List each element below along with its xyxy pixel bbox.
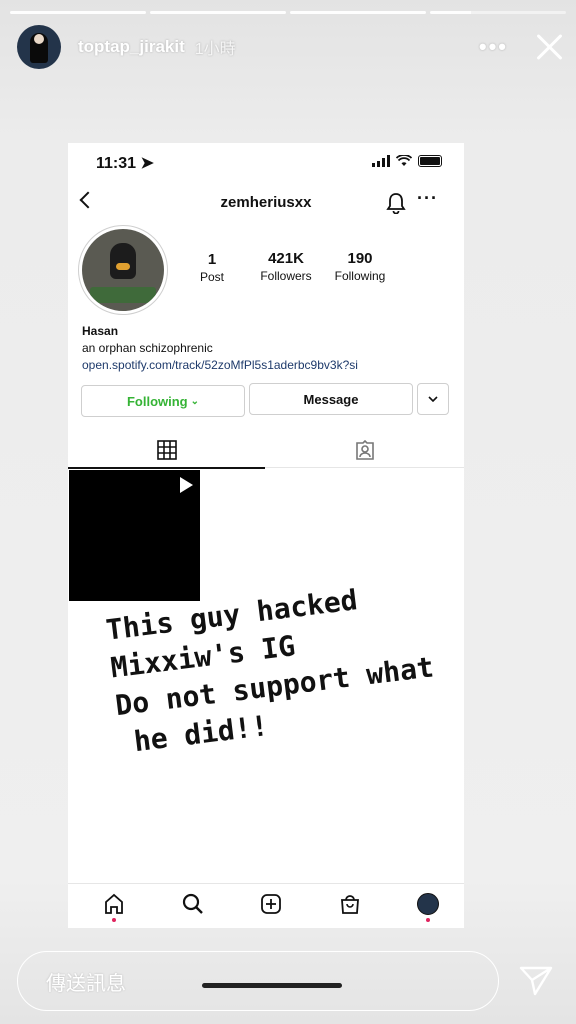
more-options-icon[interactable]: ••• <box>479 34 508 60</box>
story-timestamp: 1小時 <box>194 41 236 58</box>
message-button[interactable]: Message <box>249 383 413 415</box>
profile-actions: Following ⌄ Message <box>81 383 449 417</box>
tab-posts-grid[interactable] <box>68 433 265 469</box>
shop-icon[interactable] <box>338 892 362 916</box>
stat-following[interactable]: 190 Following <box>328 250 392 284</box>
chevron-down-icon <box>428 396 438 402</box>
stat-followers[interactable]: 421K Followers <box>244 250 328 284</box>
search-icon[interactable] <box>181 892 205 916</box>
story-avatar[interactable] <box>17 25 61 69</box>
profile-screenshot: 11:31 ➤ zemheriusxx ··· 1 Post 421K Foll… <box>68 143 464 928</box>
home-indicator <box>202 983 342 988</box>
bottom-navigation <box>68 883 464 928</box>
stat-posts[interactable]: 1 Post <box>180 251 244 284</box>
bio-description: an orphan schizophrenic <box>82 341 213 355</box>
wifi-icon <box>396 155 412 166</box>
bell-icon[interactable] <box>386 192 406 214</box>
profile-stats: 1 Post 421K Followers 190 Following <box>180 250 392 284</box>
story-header: toptap_jirakit 1小時 ••• <box>17 25 564 69</box>
new-post-icon[interactable] <box>259 892 283 916</box>
status-icons <box>372 155 442 167</box>
battery-icon <box>418 155 442 167</box>
progress-segment-current <box>430 11 566 14</box>
story-username[interactable]: toptap_jirakit <box>78 37 185 57</box>
suggested-dropdown-button[interactable] <box>417 383 449 415</box>
stat-label: Followers <box>260 269 312 283</box>
stat-label: Post <box>199 270 224 284</box>
avatar-face <box>34 34 44 44</box>
profile-nav: zemheriusxx ··· <box>68 188 464 214</box>
grid-icon <box>156 440 177 460</box>
status-time: 11:31 ➤ <box>96 155 154 172</box>
stat-label: Following <box>334 269 386 283</box>
avatar-duck <box>110 243 136 279</box>
post-thumbnail[interactable] <box>69 470 200 601</box>
stat-number: 1 <box>207 251 217 268</box>
play-icon <box>180 477 193 493</box>
profile-tab-avatar[interactable] <box>416 892 440 922</box>
avatar-money <box>90 287 156 303</box>
tagged-icon <box>355 440 374 460</box>
status-bar: 11:31 ➤ <box>68 153 464 173</box>
stat-number: 421K <box>268 250 304 267</box>
tab-tagged[interactable] <box>265 433 464 467</box>
close-icon[interactable] <box>534 32 564 62</box>
profile-bio: Hasan an orphan schizophrenic open.spoti… <box>82 323 358 374</box>
progress-segment <box>290 11 426 14</box>
more-icon[interactable]: ··· <box>417 188 438 209</box>
bio-link[interactable]: open.spotify.com/track/52zoMfPl5s1aderbc… <box>82 357 358 374</box>
reply-placeholder: 傳送訊息 <box>46 972 126 995</box>
progress-segment <box>10 11 146 14</box>
profile-name: Hasan <box>82 324 119 338</box>
profile-tabs <box>68 433 464 469</box>
reply-input[interactable]: 傳送訊息 <box>17 951 499 1011</box>
chevron-down-icon: ⌄ <box>190 395 200 407</box>
following-button[interactable]: Following ⌄ <box>81 385 245 417</box>
stat-number: 190 <box>347 250 373 267</box>
progress-segment <box>150 11 286 14</box>
profile-avatar[interactable] <box>78 225 168 315</box>
signal-icon <box>372 155 390 167</box>
story-progress-bar <box>10 11 566 14</box>
send-icon[interactable] <box>519 966 553 996</box>
home-icon[interactable] <box>102 892 126 922</box>
